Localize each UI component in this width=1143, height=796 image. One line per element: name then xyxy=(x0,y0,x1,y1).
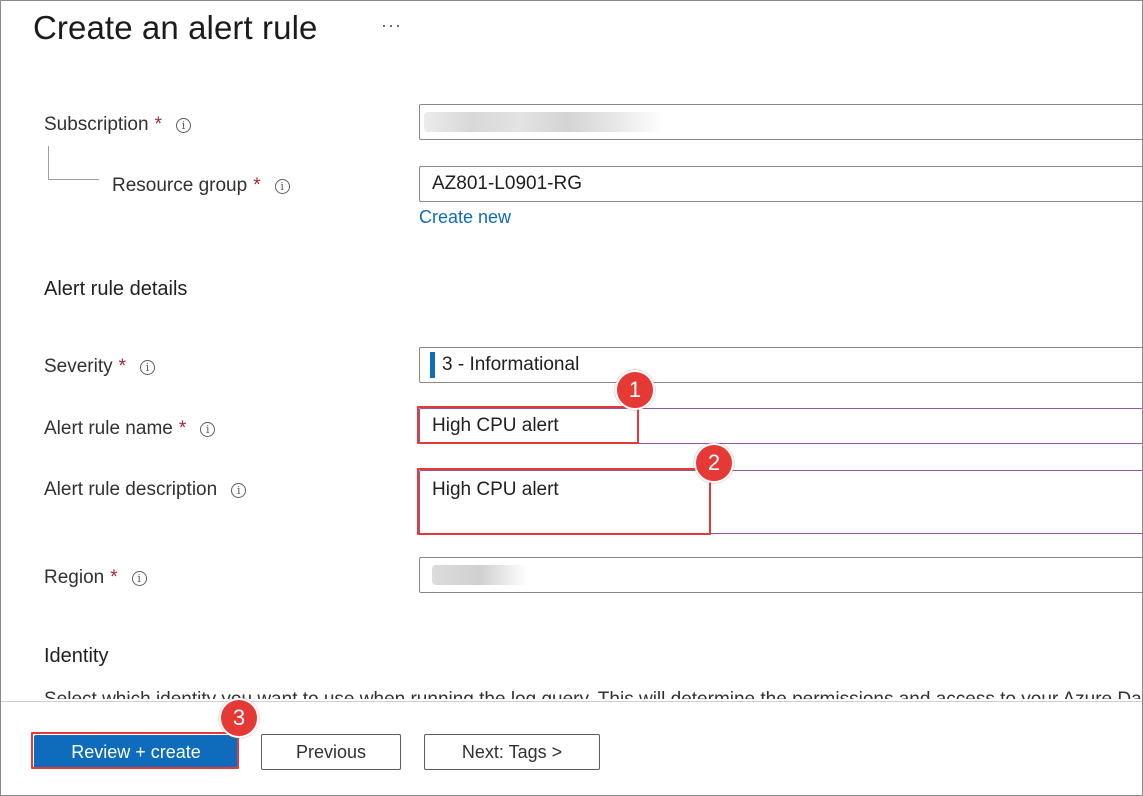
region-value-redacted xyxy=(432,565,528,585)
next-tags-button[interactable]: Next: Tags > xyxy=(424,734,600,770)
region-label: Region * i xyxy=(44,567,147,589)
subscription-label: Subscription * i xyxy=(44,114,191,136)
identity-heading: Identity xyxy=(44,645,109,667)
severity-color-bar xyxy=(430,352,435,378)
highlight-box-review-create xyxy=(31,732,239,769)
subscription-label-text: Subscription xyxy=(44,114,149,135)
required-marker: * xyxy=(110,567,118,588)
severity-dropdown[interactable]: 3 - Informational xyxy=(419,347,1142,383)
alert-rule-name-label-text: Alert rule name xyxy=(44,418,173,439)
page-title: Create an alert rule xyxy=(33,9,318,46)
alert-rule-name-label: Alert rule name * i xyxy=(44,418,216,440)
subscription-dropdown[interactable] xyxy=(419,104,1142,140)
info-icon[interactable]: i xyxy=(274,178,290,194)
severity-label-text: Severity xyxy=(44,356,113,377)
step-badge-2: 2 xyxy=(694,443,734,483)
identity-description: Select which identity you want to use wh… xyxy=(44,689,1142,699)
severity-value: 3 - Informational xyxy=(442,354,580,375)
info-icon[interactable]: i xyxy=(140,359,156,375)
info-icon[interactable]: i xyxy=(231,482,247,498)
highlight-box-description xyxy=(417,468,711,535)
info-icon[interactable]: i xyxy=(175,117,191,133)
resource-group-label: Resource group * i xyxy=(112,175,290,197)
info-icon[interactable]: i xyxy=(200,421,216,437)
highlight-box-name xyxy=(417,406,639,444)
previous-button[interactable]: Previous xyxy=(261,734,401,770)
subscription-value-redacted xyxy=(424,112,664,132)
tree-connector xyxy=(48,146,99,180)
step-badge-3: 3 xyxy=(219,698,259,738)
create-new-link[interactable]: Create new xyxy=(419,207,511,228)
required-marker: * xyxy=(154,114,162,135)
required-marker: * xyxy=(178,418,187,439)
step-badge-1: 1 xyxy=(615,370,655,410)
alert-rule-description-label-text: Alert rule description xyxy=(44,479,218,500)
resource-group-label-text: Resource group xyxy=(112,175,248,196)
alert-rule-blade: Create an alert rule ··· Subscription * … xyxy=(0,0,1143,796)
resource-group-dropdown[interactable]: AZ801-L0901-RG xyxy=(419,166,1142,202)
resource-group-value: AZ801-L0901-RG xyxy=(432,173,582,194)
alert-rule-details-heading: Alert rule details xyxy=(44,278,188,300)
required-marker: * xyxy=(253,175,261,196)
alert-rule-description-label: Alert rule description i xyxy=(44,479,247,501)
severity-label: Severity * i xyxy=(44,356,156,378)
more-options-icon[interactable]: ··· xyxy=(381,15,402,36)
info-icon[interactable]: i xyxy=(131,570,147,586)
required-marker: * xyxy=(118,356,127,377)
region-dropdown[interactable] xyxy=(419,557,1142,593)
region-label-text: Region xyxy=(44,567,105,588)
